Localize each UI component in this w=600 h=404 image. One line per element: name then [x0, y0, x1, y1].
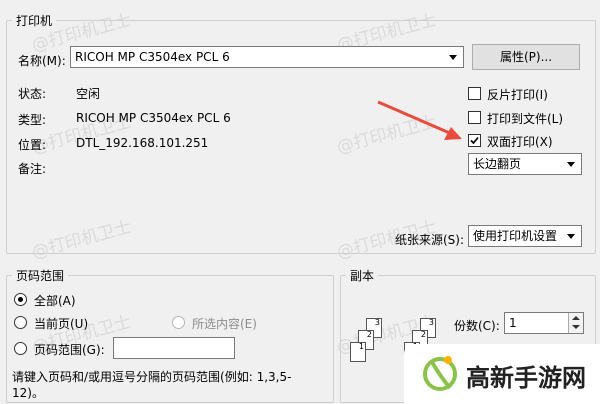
- paper-source-value: 使用打印机设置: [473, 229, 558, 243]
- page-range-label[interactable]: 页码范围(G):: [34, 341, 105, 358]
- printer-group-title: 打印机: [12, 12, 57, 29]
- type-label: 类型:: [18, 113, 47, 127]
- status-label: 状态:: [18, 87, 47, 101]
- page-icon: 1: [350, 342, 366, 362]
- brand-text: 高新手游网: [466, 364, 586, 392]
- location-value: DTL_192.168.101.251: [76, 136, 209, 150]
- page-range-input[interactable]: [113, 337, 235, 359]
- current-page-radio[interactable]: [14, 316, 27, 329]
- current-page-label[interactable]: 当前页(U): [34, 315, 88, 332]
- all-pages-label[interactable]: 全部(A): [34, 292, 76, 309]
- properties-button[interactable]: 属性(P)...: [472, 44, 580, 70]
- flip-option-value: 长边翻页: [473, 157, 522, 171]
- print-to-file-label[interactable]: 打印到文件(L): [487, 110, 563, 127]
- page-range-group-title: 页码范围: [12, 267, 69, 284]
- page-range-hint-text: 请键入页码和/或用逗号分隔的页码范围(例如: 1,3,5-12)。: [12, 370, 292, 400]
- status-value: 空闲: [76, 87, 101, 101]
- comment-label: 备注:: [18, 162, 47, 176]
- flip-option-select[interactable]: 长边翻页: [468, 153, 582, 175]
- duplex-checkbox[interactable]: [468, 134, 481, 147]
- printer-name-select[interactable]: RICOH MP C3504ex PCL 6: [70, 46, 464, 68]
- copies-stepper[interactable]: [568, 313, 583, 333]
- brand-badge: 高新手游网: [404, 344, 600, 404]
- page-range-hint: 请键入页码和/或用逗号分隔的页码范围(例如: 1,3,5-12)。: [12, 369, 312, 401]
- printer-name-label: 名称(M):: [18, 54, 66, 68]
- brand-logo-icon: [423, 356, 457, 391]
- chevron-down-icon: [449, 55, 457, 60]
- copies-label: 份数(C):: [454, 319, 500, 333]
- copies-group-title: 副本: [346, 267, 379, 284]
- reverse-print-checkbox[interactable]: [468, 87, 481, 100]
- copies-value: 1: [509, 316, 517, 330]
- selection-label[interactable]: 所选内容(E): [192, 315, 257, 332]
- print-to-file-checkbox[interactable]: [468, 111, 481, 124]
- stepper-down-icon[interactable]: [572, 325, 580, 329]
- copies-input[interactable]: 1: [504, 312, 584, 334]
- chevron-down-icon: [567, 162, 575, 167]
- paper-source-select[interactable]: 使用打印机设置: [468, 225, 582, 247]
- checkmark-icon: [470, 136, 479, 145]
- paper-source-label: 纸张来源(S):: [395, 233, 465, 247]
- all-pages-radio[interactable]: [14, 293, 27, 306]
- duplex-label[interactable]: 双面打印(X): [487, 133, 553, 150]
- selection-radio[interactable]: [172, 316, 185, 329]
- printer-name-value: RICOH MP C3504ex PCL 6: [75, 50, 230, 64]
- location-label: 位置:: [18, 138, 47, 152]
- stepper-up-icon[interactable]: [572, 316, 580, 320]
- page-range-radio[interactable]: [14, 342, 27, 355]
- type-value: RICOH MP C3504ex PCL 6: [76, 111, 231, 125]
- collate-illustration: 3 2 1: [346, 318, 394, 370]
- chevron-down-icon: [567, 234, 575, 239]
- reverse-print-label[interactable]: 反片打印(I): [487, 86, 548, 103]
